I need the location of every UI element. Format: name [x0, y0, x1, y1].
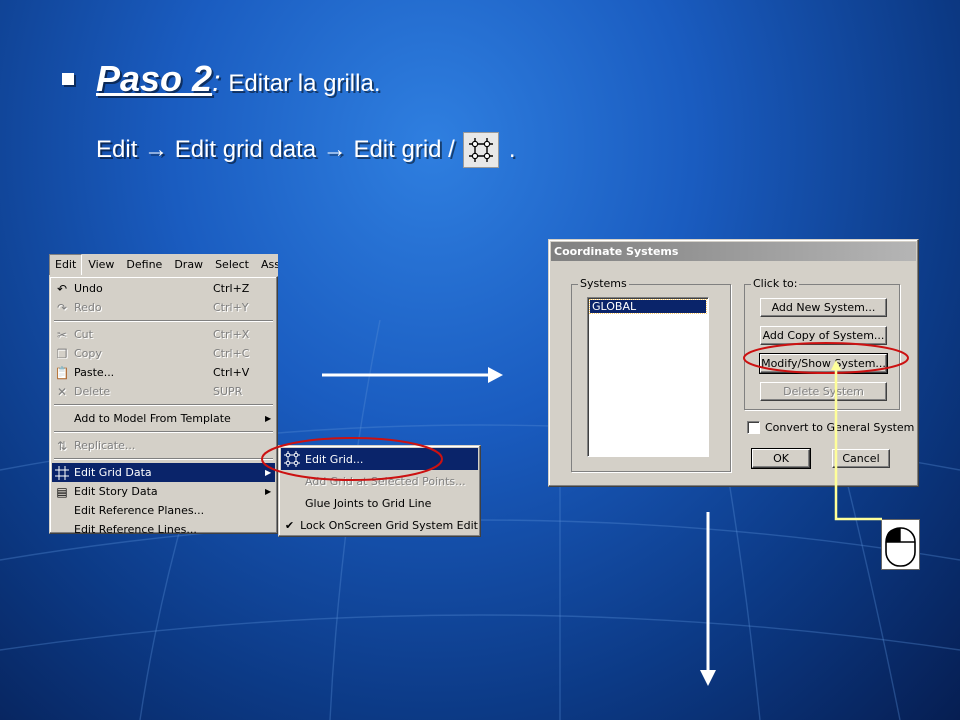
menu-edit[interactable]: Edit [49, 254, 83, 275]
ok-button[interactable]: OK [751, 448, 811, 469]
delete-system-button[interactable]: Delete System [760, 382, 887, 401]
add-copy-system-button[interactable]: Add Copy of System... [760, 326, 887, 345]
menu-item-edit-grid-data[interactable]: Edit Grid Data ▶ [52, 463, 275, 482]
submenu-arrow-icon: ▶ [265, 468, 272, 477]
modify-show-system-button[interactable]: Modify/Show System... [759, 353, 888, 374]
systems-listbox[interactable]: GLOBAL [587, 297, 709, 457]
menu-item-redo[interactable]: ↷ Redo Ctrl+Y [52, 298, 275, 317]
menu-item-cut[interactable]: ✂ Cut Ctrl+X [52, 325, 275, 344]
replicate-icon: ⇅ [56, 438, 68, 453]
grid-submenu: Edit Grid... Add Grid at Selected Points… [278, 445, 481, 537]
menu-item-edit-reference-planes[interactable]: Edit Reference Planes... [52, 501, 275, 520]
copy-icon: ❐ [56, 346, 68, 361]
story-icon: ▤ [56, 484, 68, 499]
menu-item-edit-grid[interactable]: Edit Grid... [281, 448, 478, 470]
menu-separator [54, 431, 273, 433]
mouse-click-illustration [881, 519, 920, 570]
step-heading: Paso 2 : Editar la grilla. [62, 58, 380, 100]
grid-icon [52, 463, 72, 482]
menu-path-text: Edit → Edit grid data → Edit grid / [96, 136, 455, 163]
list-item[interactable]: GLOBAL [589, 299, 707, 314]
menu-draw[interactable]: Draw [168, 255, 209, 275]
menu-assign[interactable]: Assign [255, 255, 278, 275]
step-description: Editar la grilla. [228, 70, 381, 97]
edit-grid-icon [281, 448, 303, 470]
menu-separator [54, 458, 273, 460]
menu-item-paste[interactable]: 📋 Paste... Ctrl+V [52, 363, 275, 382]
menu-path-end: . [508, 136, 516, 163]
add-new-system-button[interactable]: Add New System... [760, 298, 887, 317]
step-title: Paso 2 [96, 58, 213, 99]
systems-group: Systems GLOBAL [571, 277, 731, 472]
menubar: Edit View Define Draw Select Assign [49, 254, 278, 276]
menu-item-glue-joints[interactable]: Glue Joints to Grid Line [281, 492, 478, 514]
click-to-label: Click to: [751, 277, 800, 290]
delete-x-icon: ✕ [56, 384, 68, 399]
bullet-icon [62, 73, 74, 85]
menu-separator [54, 404, 273, 406]
undo-icon: ↶ [56, 281, 68, 296]
menu-item-lock-grid[interactable]: ✔ Lock OnScreen Grid System Edit [281, 514, 478, 536]
menu-item-edit-story-data[interactable]: ▤ Edit Story Data ▶ [52, 482, 275, 501]
menu-item-replicate[interactable]: ⇅ Replicate... [52, 436, 275, 455]
menu-select[interactable]: Select [209, 255, 255, 275]
menu-path: Edit → Edit grid data → Edit grid / . [96, 132, 516, 168]
submenu-arrow-icon: ▶ [265, 487, 272, 496]
convert-general-checkbox-row[interactable]: Convert to General System [747, 421, 914, 434]
scissors-icon: ✂ [56, 327, 68, 342]
menu-separator [54, 320, 273, 322]
step-colon: : [212, 65, 221, 98]
menu-item-add-template[interactable]: Add to Model From Template ▶ [52, 409, 275, 428]
menu-item-edit-reference-lines[interactable]: Edit Reference Lines... [52, 520, 275, 539]
edit-grid-icon [462, 132, 499, 168]
systems-label: Systems [578, 277, 629, 290]
dialog-title: Coordinate Systems [551, 242, 916, 261]
menu-define[interactable]: Define [120, 255, 168, 275]
cancel-button[interactable]: Cancel [832, 449, 890, 468]
convert-general-label: Convert to General System [765, 421, 915, 434]
edit-menu: ↶ Undo Ctrl+Z ↷ Redo Ctrl+Y ✂ Cut Ctrl+X… [49, 276, 278, 536]
clipboard-icon: 📋 [54, 365, 70, 380]
checkmark-icon: ✔ [284, 518, 295, 532]
menu-item-undo[interactable]: ↶ Undo Ctrl+Z [52, 279, 275, 298]
menu-item-delete[interactable]: ✕ Delete SUPR [52, 382, 275, 401]
menu-item-copy[interactable]: ❐ Copy Ctrl+C [52, 344, 275, 363]
submenu-arrow-icon: ▶ [265, 414, 272, 423]
menu-item-add-grid-points[interactable]: Add Grid at Selected Points... [281, 470, 478, 492]
convert-general-checkbox[interactable] [747, 421, 760, 434]
coordinate-systems-dialog: Coordinate Systems Systems GLOBAL Click … [548, 239, 919, 487]
menu-view[interactable]: View [82, 255, 120, 275]
mouse-icon [885, 527, 916, 567]
redo-icon: ↷ [56, 300, 68, 315]
